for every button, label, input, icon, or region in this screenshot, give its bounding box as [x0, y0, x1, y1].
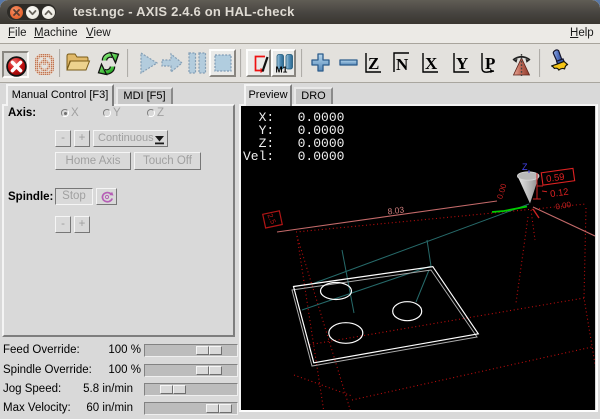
- svg-text:P: P: [485, 54, 495, 73]
- svg-text:Z: Z: [522, 162, 528, 172]
- svg-text:Z: Z: [368, 54, 379, 73]
- svg-text:0.59: 0.59: [545, 172, 565, 185]
- svg-text:N: N: [396, 55, 409, 74]
- svg-text:2.5: 2.5: [265, 212, 277, 225]
- svg-text:Y: Y: [456, 54, 468, 73]
- svg-text:X: X: [425, 54, 438, 73]
- svg-text:Vel: 0.0000: Vel: 0.0000: [243, 149, 344, 164]
- svg-text:0.12: 0.12: [549, 187, 569, 200]
- svg-text:0.00: 0.00: [495, 182, 508, 200]
- svg-text:0.00: 0.00: [555, 200, 572, 212]
- svg-text:M1: M1: [276, 65, 288, 75]
- svg-text:8.03: 8.03: [387, 205, 405, 217]
